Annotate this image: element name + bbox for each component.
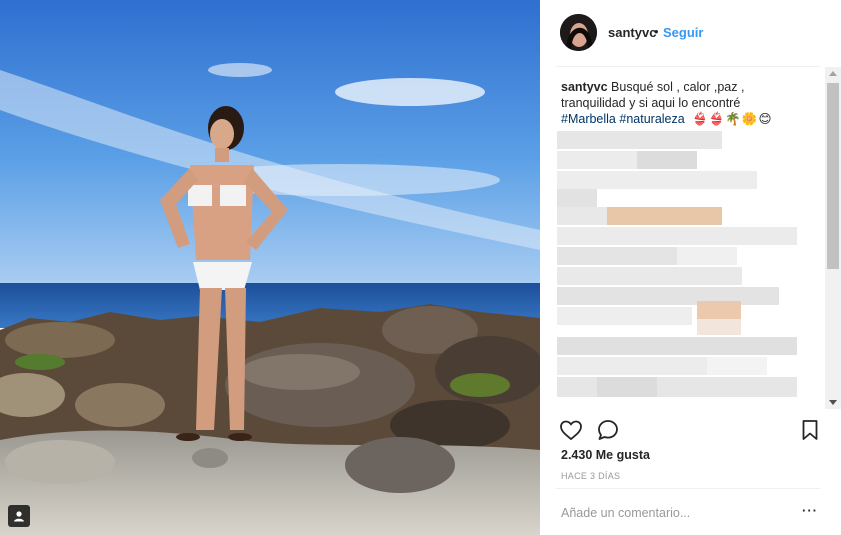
- hashtag-marbella[interactable]: #Marbella: [561, 112, 616, 126]
- post-username[interactable]: santyvc: [608, 25, 656, 40]
- post-timestamp[interactable]: HACE 3 DÍAS: [561, 471, 620, 481]
- redacted-comments-pixelation: [557, 131, 797, 397]
- header-separator: •: [654, 24, 659, 39]
- follow-button[interactable]: Seguir: [663, 25, 703, 40]
- scroll-down-arrow-icon[interactable]: [829, 400, 837, 405]
- post-actions: [540, 412, 841, 446]
- comment-bubble-icon[interactable]: [596, 418, 620, 442]
- hashtag-naturaleza[interactable]: #naturaleza: [619, 112, 684, 126]
- scrollbar-thumb[interactable]: [827, 83, 839, 269]
- avatar[interactable]: [560, 14, 597, 51]
- post-header: santyvc • Seguir: [540, 0, 841, 67]
- instagram-post-view: santyvc • Seguir santyvc Busqué sol , ca…: [0, 0, 841, 535]
- caption-emojis: 👙👙🌴🌼😊: [692, 112, 773, 126]
- comments-scrollbar[interactable]: [825, 67, 841, 409]
- heart-icon[interactable]: [559, 418, 583, 442]
- post-photo[interactable]: [0, 0, 540, 535]
- scroll-up-arrow-icon[interactable]: [829, 71, 837, 76]
- comments-section[interactable]: santyvc Busqué sol , calor ,paz , tranqu…: [540, 67, 841, 410]
- user-tag-icon[interactable]: [8, 505, 30, 527]
- caption-username[interactable]: santyvc: [561, 80, 608, 94]
- post-details-panel: santyvc • Seguir santyvc Busqué sol , ca…: [540, 0, 841, 535]
- beach-photo-illustration: [0, 0, 540, 535]
- comment-input[interactable]: [561, 504, 771, 522]
- more-options-button[interactable]: ···: [802, 503, 818, 518]
- bookmark-icon[interactable]: [798, 418, 822, 442]
- comment-divider: [556, 488, 820, 489]
- post-caption: santyvc Busqué sol , calor ,paz , tranqu…: [561, 79, 811, 127]
- likes-count[interactable]: 2.430 Me gusta: [561, 448, 650, 462]
